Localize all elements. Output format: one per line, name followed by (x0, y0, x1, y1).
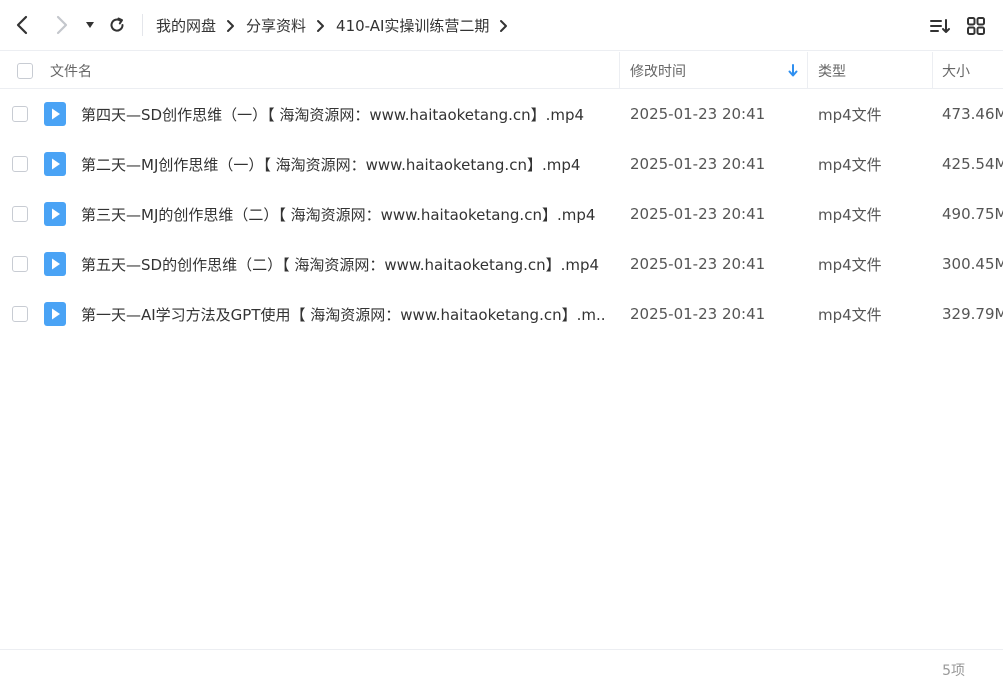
file-name: 第五天—SD的创作思维（二）【 海淘资源网：www.haitaoketang.c… (81, 255, 600, 274)
row-checkbox-cell (12, 89, 28, 139)
file-name-cell[interactable]: 第四天—SD创作思维（一）【 海淘资源网：www.haitaoketang.cn… (81, 89, 606, 139)
column-header-size[interactable]: 大小 (942, 52, 970, 89)
column-header-modified[interactable]: 修改时间 (630, 52, 686, 89)
file-name: 第四天—SD创作思维（一）【 海淘资源网：www.haitaoketang.cn… (81, 105, 585, 124)
toolbar-divider (142, 14, 143, 36)
file-size: 473.46M (942, 105, 1003, 123)
chevron-right-icon (216, 19, 246, 33)
file-modified: 2025-01-23 20:41 (630, 305, 766, 323)
row-checkbox-cell (12, 289, 28, 339)
file-size: 329.79M (942, 305, 1003, 323)
file-type: mp4文件 (818, 255, 882, 274)
file-row[interactable]: 第五天—SD的创作思维（二）【 海淘资源网：www.haitaoketang.c… (0, 239, 1003, 289)
file-row[interactable]: 第二天—MJ创作思维（一）【 海淘资源网：www.haitaoketang.cn… (0, 139, 1003, 189)
file-type: mp4文件 (818, 205, 882, 224)
file-name-cell[interactable]: 第三天—MJ的创作思维（二）【 海淘资源网：www.haitaoketang.c… (81, 189, 606, 239)
row-checkbox[interactable] (12, 106, 28, 122)
toolbar: 我的网盘 分享资料 410-AI实操训练营二期 (0, 0, 1003, 51)
status-bar: 5项 (0, 649, 1003, 688)
breadcrumb: 我的网盘 分享资料 410-AI实操训练营二期 (156, 0, 519, 51)
file-size: 425.54M (942, 155, 1003, 173)
video-file-icon (44, 239, 66, 289)
file-modified: 2025-01-23 20:41 (630, 105, 766, 123)
dropdown-caret-icon (86, 22, 94, 28)
file-type: mp4文件 (818, 155, 882, 174)
column-header-type[interactable]: 类型 (818, 52, 846, 89)
file-size: 300.45M (942, 255, 1003, 273)
select-all-cell (17, 52, 33, 89)
file-name-cell[interactable]: 第一天—AI学习方法及GPT使用【 海淘资源网：www.haitaoketang… (81, 289, 606, 339)
row-checkbox[interactable] (12, 206, 28, 222)
row-checkbox[interactable] (12, 256, 28, 272)
video-file-icon (44, 89, 66, 139)
file-modified: 2025-01-23 20:41 (630, 205, 766, 223)
item-count: 5项 (942, 662, 965, 679)
file-name-cell[interactable]: 第二天—MJ创作思维（一）【 海淘资源网：www.haitaoketang.cn… (81, 139, 606, 189)
row-checkbox[interactable] (12, 156, 28, 172)
file-row[interactable]: 第四天—SD创作思维（一）【 海淘资源网：www.haitaoketang.cn… (0, 89, 1003, 139)
row-checkbox[interactable] (12, 306, 28, 322)
select-all-checkbox[interactable] (17, 62, 33, 79)
forward-arrow-icon (56, 15, 68, 35)
file-size: 490.75M (942, 205, 1003, 223)
breadcrumb-item-root[interactable]: 我的网盘 (156, 15, 216, 36)
video-file-icon (44, 139, 66, 189)
file-modified: 2025-01-23 20:41 (630, 255, 766, 273)
view-toggle-button[interactable] (964, 14, 988, 38)
grid-view-icon (967, 17, 985, 35)
refresh-icon (110, 17, 124, 32)
file-name: 第二天—MJ创作思维（一）【 海淘资源网：www.haitaoketang.cn… (81, 155, 581, 174)
column-divider[interactable] (619, 52, 620, 89)
breadcrumb-item-shared[interactable]: 分享资料 (246, 15, 306, 36)
sort-desc-arrow-icon[interactable] (788, 52, 798, 89)
file-type: mp4文件 (818, 305, 882, 324)
back-arrow-icon (16, 15, 28, 35)
column-divider[interactable] (807, 52, 808, 89)
file-name: 第三天—MJ的创作思维（二）【 海淘资源网：www.haitaoketang.c… (81, 205, 596, 224)
history-dropdown-button[interactable] (80, 12, 100, 38)
file-name: 第一天—AI学习方法及GPT使用【 海淘资源网：www.haitaoketang… (81, 305, 606, 324)
sort-list-icon (930, 19, 950, 33)
file-modified: 2025-01-23 20:41 (630, 155, 766, 173)
video-file-icon (44, 189, 66, 239)
breadcrumb-item-current[interactable]: 410-AI实操训练营二期 (336, 15, 489, 36)
chevron-right-icon (306, 19, 336, 33)
column-header-name[interactable]: 文件名 (50, 52, 92, 89)
file-list-header: 文件名 修改时间 类型 大小 (0, 52, 1003, 89)
forward-button[interactable] (48, 12, 74, 38)
video-file-icon (44, 289, 66, 339)
back-button[interactable] (10, 12, 36, 38)
chevron-right-icon[interactable] (489, 19, 519, 33)
file-row[interactable]: 第一天—AI学习方法及GPT使用【 海淘资源网：www.haitaoketang… (0, 289, 1003, 339)
row-checkbox-cell (12, 189, 28, 239)
refresh-button[interactable] (104, 12, 130, 38)
row-checkbox-cell (12, 139, 28, 189)
row-checkbox-cell (12, 239, 28, 289)
sort-button[interactable] (928, 14, 952, 38)
file-row[interactable]: 第三天—MJ的创作思维（二）【 海淘资源网：www.haitaoketang.c… (0, 189, 1003, 239)
file-name-cell[interactable]: 第五天—SD的创作思维（二）【 海淘资源网：www.haitaoketang.c… (81, 239, 606, 289)
column-divider[interactable] (932, 52, 933, 89)
file-type: mp4文件 (818, 105, 882, 124)
